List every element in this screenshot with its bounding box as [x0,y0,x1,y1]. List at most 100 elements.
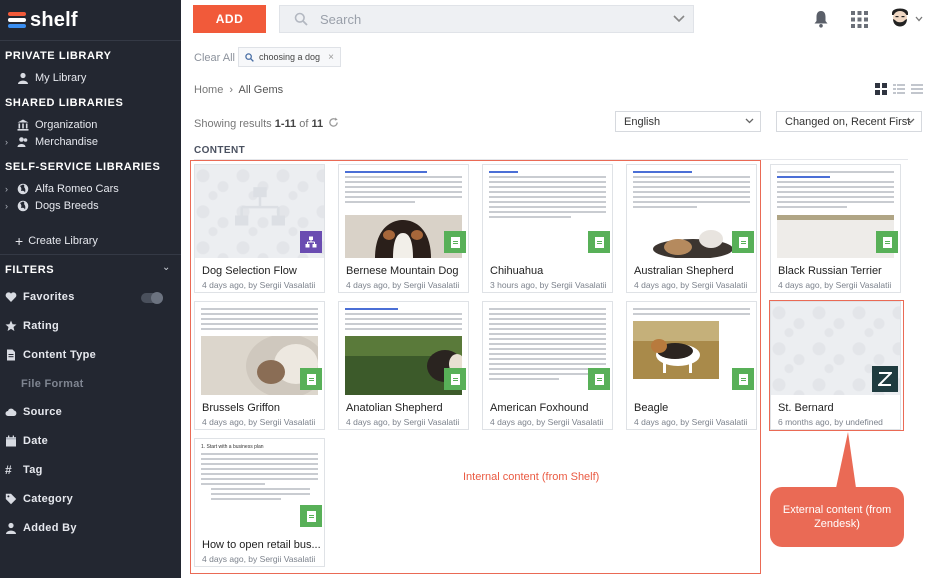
logo-text: shelf [30,8,78,31]
gem-card[interactable]: Black Russian Terrier 4 days ago, by Ser… [770,164,901,293]
external-content-callout: External content (from Zendesk) [770,487,904,547]
chevron-right-icon[interactable]: › [5,184,8,194]
shelf-logo[interactable]: shelf [8,8,78,32]
results-prefix: Showing results [194,118,272,130]
search-filter-chip[interactable]: choosing a dog × [238,47,341,67]
user-icon [18,72,28,84]
logo-mark-icon [8,12,26,28]
self-service-heading: SELF-SERVICE LIBRARIES [5,161,161,173]
divider [0,40,181,41]
results-total: 11 [311,118,324,130]
chevron-down-icon[interactable] [915,16,923,22]
search-icon [294,12,308,26]
filter-rating[interactable]: Rating [5,320,59,332]
breadcrumb-separator: › [229,84,234,96]
tag-icon [5,493,17,505]
refresh-icon[interactable] [328,117,339,128]
filter-label: Category [23,493,74,505]
sidebar-item-organization[interactable]: Organization [17,119,97,131]
filter-label: File Format [21,378,84,390]
text-preview [777,171,894,211]
filter-file-format[interactable]: File Format [21,378,84,390]
list-view-icon[interactable] [893,83,905,95]
star-icon [5,320,17,331]
sidebar: shelf PRIVATE LIBRARY My Library SHARED … [0,0,181,578]
filter-added-by[interactable]: Added By [5,522,77,534]
divider [0,254,181,255]
document-badge-icon [876,231,898,253]
sidebar-item-my-library[interactable]: My Library [17,72,86,84]
filter-label: Tag [23,464,43,476]
filter-content-type[interactable]: Content Type [5,349,96,361]
search-icon [245,52,254,62]
filter-date[interactable]: Date [5,435,48,447]
chevron-down-icon[interactable]: ⌄ [162,262,170,273]
internal-content-label: Internal content (from Shelf) [463,471,600,483]
bank-icon [17,119,29,131]
favorites-toggle[interactable] [141,292,163,304]
sidebar-item-merchandise[interactable]: › Merchandise [5,136,98,148]
external-content-outline [769,300,904,431]
user-icon [6,522,16,534]
chevron-down-icon[interactable] [673,15,685,23]
filter-label: Date [23,435,49,447]
content-section-title: CONTENT [194,145,246,156]
filter-label: Favorites [23,291,75,303]
filter-tag[interactable]: # Tag [5,464,43,476]
document-icon [7,349,15,361]
card-title: Black Russian Terrier [778,265,882,277]
apps-grid-icon[interactable] [851,11,868,28]
sidebar-item-label: Merchandise [35,136,98,148]
search-bar[interactable]: Search [279,5,694,33]
sidebar-item-label: Organization [35,119,98,131]
breadcrumb-home[interactable]: Home [194,84,223,96]
grid-view-icon[interactable] [875,83,887,95]
avatar[interactable] [889,5,911,33]
sidebar-item-dogs-breeds[interactable]: › Dogs Breeds [5,200,99,212]
create-library-label: Create Library [28,235,98,247]
filter-label: Added By [23,522,77,534]
bell-icon[interactable] [813,10,829,28]
sort-select[interactable]: Changed on, Recent First [776,111,922,132]
language-select[interactable]: English [615,111,761,132]
results-of: of [299,118,309,130]
search-input[interactable]: Search [320,12,673,27]
clear-all-link[interactable]: Clear All [194,52,235,64]
chevron-down-icon [906,118,915,124]
results-count: Showing results 1-11 of 11 [194,117,339,130]
compact-list-icon[interactable] [911,83,923,95]
create-library-button[interactable]: + Create Library [15,233,98,249]
private-library-heading: PRIVATE LIBRARY [5,50,112,62]
sidebar-item-alfa-romeo[interactable]: › Alfa Romeo Cars [5,183,119,195]
sidebar-item-label: Alfa Romeo Cars [35,183,119,195]
filter-label: Source [23,406,63,418]
filters-heading: FILTERS [5,264,55,276]
sidebar-item-label: My Library [35,72,87,84]
globe-icon [17,183,29,195]
filter-label: Rating [23,320,60,332]
chevron-right-icon[interactable]: › [5,137,8,147]
results-range: 1-11 [274,118,297,130]
sort-select-value: Changed on, Recent First [785,115,911,128]
filter-favorites[interactable]: Favorites [5,291,75,303]
filter-source[interactable]: Source [5,406,62,418]
language-select-value: English [624,115,661,128]
users-icon [17,137,28,147]
breadcrumb: Home › All Gems [194,84,283,96]
chevron-right-icon[interactable]: › [5,201,8,211]
globe-icon [17,200,29,212]
close-icon[interactable]: × [328,52,334,63]
card-thumbnail [771,165,900,258]
add-button[interactable]: ADD [193,5,266,33]
filter-category[interactable]: Category [5,493,73,505]
card-meta: 4 days ago, by Sergii Vasalatii [778,280,892,290]
breadcrumb-current: All Gems [238,84,284,96]
calendar-icon [6,435,16,447]
shared-libraries-heading: SHARED LIBRARIES [5,97,124,109]
view-switcher [875,83,923,95]
filter-label: Content Type [23,349,97,361]
callout-pointer [836,432,856,488]
cloud-icon [5,408,17,416]
chevron-down-icon [745,118,754,124]
internal-content-outline [190,160,761,574]
